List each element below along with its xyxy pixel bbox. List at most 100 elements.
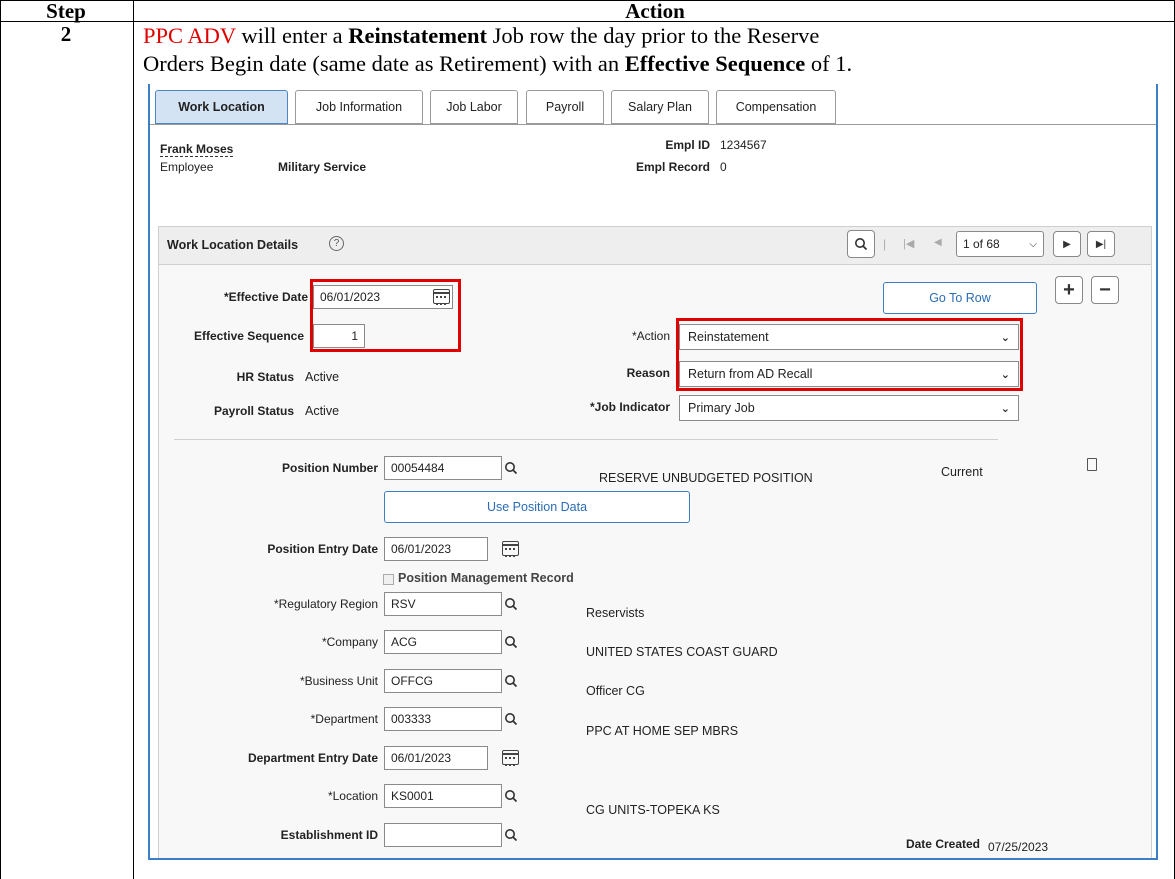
establishment-input[interactable] bbox=[384, 823, 502, 847]
instruction-role: PPC ADV bbox=[143, 23, 236, 48]
instruction-fragment: Orders Begin date (same date as Retireme… bbox=[143, 51, 625, 76]
location-description: CG UNITS-TOPEKA KS bbox=[586, 803, 720, 817]
empl-record-label: Empl Record bbox=[635, 160, 710, 174]
calendar-icon[interactable] bbox=[502, 541, 519, 557]
instruction-bold-seq: Effective Sequence bbox=[624, 51, 806, 76]
hr-status-label: HR Status bbox=[236, 370, 294, 384]
position-mgmt-label: Position Management Record bbox=[398, 571, 574, 585]
company-input[interactable]: ACG bbox=[384, 630, 502, 654]
tab-payroll[interactable]: Payroll bbox=[526, 90, 604, 124]
position-number-input[interactable]: 00054484 bbox=[384, 456, 502, 480]
table-left-border bbox=[0, 0, 1, 879]
reg-region-description: Reservists bbox=[586, 606, 645, 620]
tab-compensation[interactable]: Compensation bbox=[716, 90, 836, 124]
search-icon[interactable] bbox=[504, 597, 518, 611]
search-icon[interactable] bbox=[504, 674, 518, 688]
hr-status-value: Active bbox=[305, 370, 340, 384]
instruction-fragment: will enter a bbox=[235, 23, 349, 48]
tab-work-location[interactable]: Work Location bbox=[155, 90, 288, 124]
first-page-icon[interactable]: |◀ bbox=[903, 237, 914, 250]
business-unit-input[interactable]: OFFCG bbox=[384, 669, 502, 693]
search-icon[interactable] bbox=[504, 712, 518, 726]
tab-salary-plan[interactable]: Salary Plan bbox=[611, 90, 709, 124]
location-value: KS0001 bbox=[391, 789, 434, 803]
instruction-fragment: of 1. bbox=[805, 51, 853, 76]
search-icon[interactable] bbox=[847, 230, 875, 258]
pager-separator: | bbox=[883, 237, 887, 251]
position-number-value: 00054484 bbox=[391, 461, 445, 475]
location-label: *Location bbox=[327, 789, 378, 803]
peoplesoft-screenshot: Work Location Job Information Job Labor … bbox=[148, 84, 1158, 860]
instruction-bold-action: Reinstatement bbox=[348, 23, 487, 48]
department-value: 003333 bbox=[391, 712, 432, 726]
instruction-fragment: Job row the day prior to the Reserve bbox=[486, 23, 820, 48]
tab-bar: Work Location Job Information Job Labor … bbox=[150, 84, 1156, 130]
company-value: ACG bbox=[391, 635, 418, 649]
table-column-divider bbox=[133, 0, 134, 879]
reason-label: Reason bbox=[626, 366, 670, 380]
position-mgmt-checkbox[interactable] bbox=[383, 574, 394, 585]
help-icon[interactable]: ? bbox=[329, 236, 344, 251]
pager-value: 1 of 68 bbox=[963, 237, 1000, 251]
current-label: Current bbox=[941, 465, 983, 479]
payroll-status-value: Active bbox=[305, 404, 340, 418]
employee-type: Employee bbox=[160, 160, 214, 174]
search-icon[interactable] bbox=[504, 635, 518, 649]
action-label: *Action bbox=[631, 329, 670, 343]
calendar-icon[interactable] bbox=[502, 750, 519, 766]
company-label: *Company bbox=[321, 635, 378, 649]
header-step: Step bbox=[46, 0, 86, 23]
position-entry-date-input[interactable]: 06/01/2023 bbox=[384, 537, 488, 561]
payroll-status-label: Payroll Status bbox=[213, 404, 294, 418]
section-header: Work Location Details ? | |◀ ◀ 1 of 68 ⌵ … bbox=[158, 226, 1152, 264]
business-unit-value: OFFCG bbox=[391, 674, 433, 688]
search-icon[interactable] bbox=[504, 828, 518, 842]
department-description: PPC AT HOME SEP MBRS bbox=[586, 724, 739, 738]
date-created-value: 07/25/2023 bbox=[988, 840, 1049, 854]
effective-seq-label: Effective Sequence bbox=[193, 329, 304, 343]
date-created-label: Date Created bbox=[905, 837, 980, 851]
dept-entry-date-value: 06/01/2023 bbox=[391, 751, 452, 765]
reg-region-input[interactable]: RSV bbox=[384, 592, 502, 616]
add-row-icon[interactable]: + bbox=[1055, 276, 1083, 304]
company-description: UNITED STATES COAST GUARD bbox=[586, 645, 778, 659]
pager-select[interactable]: 1 of 68 ⌵ bbox=[956, 231, 1044, 257]
effective-date-label: *Effective Date bbox=[223, 290, 308, 304]
section-divider bbox=[174, 439, 998, 440]
job-indicator-select[interactable]: Primary Job ⌄ bbox=[679, 395, 1019, 421]
department-label: *Department bbox=[310, 712, 378, 726]
reg-region-value: RSV bbox=[391, 597, 416, 611]
highlight-box-action bbox=[676, 318, 1023, 391]
establishment-label: Establishment ID bbox=[280, 828, 378, 842]
dept-entry-date-input[interactable]: 06/01/2023 bbox=[384, 746, 488, 770]
go-to-row-button[interactable]: Go To Row bbox=[883, 282, 1037, 314]
location-input[interactable]: KS0001 bbox=[384, 784, 502, 808]
section-title: Work Location Details bbox=[167, 238, 299, 252]
tab-baseline bbox=[150, 124, 1156, 125]
business-unit-description: Officer CG bbox=[586, 684, 645, 698]
position-number-label: Position Number bbox=[281, 461, 378, 475]
tab-job-labor[interactable]: Job Labor bbox=[430, 90, 518, 124]
empl-record-value: 0 bbox=[720, 160, 727, 174]
position-description: RESERVE UNBUDGETED POSITION bbox=[599, 471, 813, 485]
reg-region-label: *Regulatory Region bbox=[273, 597, 378, 611]
highlight-box-effective bbox=[310, 279, 461, 352]
instruction-text: PPC ADV will enter a Reinstatement Job r… bbox=[143, 22, 1173, 78]
header-action: Action bbox=[625, 0, 685, 23]
position-entry-date-value: 06/01/2023 bbox=[391, 542, 452, 556]
search-icon[interactable] bbox=[504, 461, 518, 475]
tab-job-information[interactable]: Job Information bbox=[295, 90, 423, 124]
search-icon[interactable] bbox=[504, 789, 518, 803]
last-page-icon[interactable]: ▶| bbox=[1087, 231, 1115, 257]
position-entry-date-label: Position Entry Date bbox=[267, 542, 378, 556]
step-number: 2 bbox=[60, 22, 72, 46]
delete-row-icon[interactable]: − bbox=[1091, 276, 1119, 304]
notes-icon[interactable] bbox=[1087, 458, 1097, 471]
use-position-data-button[interactable]: Use Position Data bbox=[384, 491, 690, 523]
empl-id-label: Empl ID bbox=[665, 138, 710, 152]
employee-name[interactable]: Frank Moses bbox=[160, 142, 234, 157]
prev-page-icon[interactable]: ◀ bbox=[934, 237, 942, 248]
department-input[interactable]: 003333 bbox=[384, 707, 502, 731]
chevron-down-icon: ⌵ bbox=[1029, 238, 1037, 250]
next-page-icon[interactable]: ▶ bbox=[1053, 231, 1081, 257]
